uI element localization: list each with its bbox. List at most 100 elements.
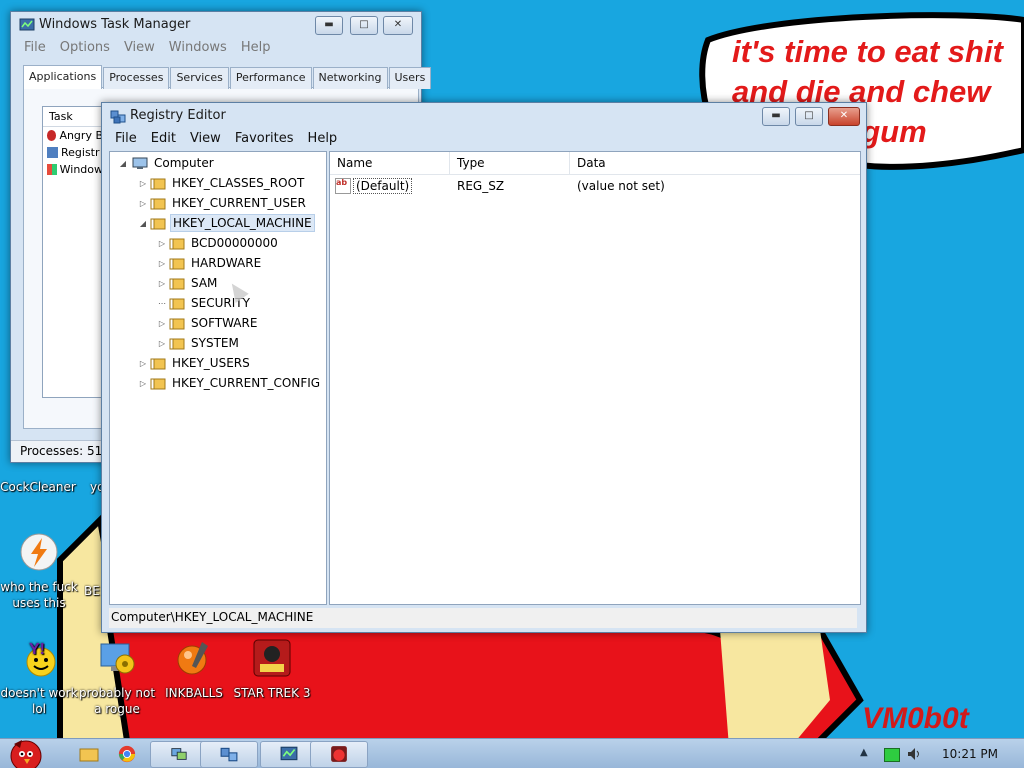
tree-node-key[interactable]: ▷ SOFTWARE	[157, 314, 259, 332]
close-button[interactable]: ✕	[828, 107, 860, 126]
svg-text:Y!: Y!	[29, 641, 45, 658]
registry-editor-window[interactable]: Registry Editor ▬ □ ✕ File Edit View Fav…	[101, 102, 867, 633]
expand-icon[interactable]: ▷	[138, 379, 148, 388]
task-row[interactable]: Angry B	[43, 127, 103, 144]
desktop-icon-yahoo[interactable]: Y! doesn't work lol	[0, 638, 79, 717]
system-settings-icon	[100, 643, 135, 674]
menu-windows[interactable]: Windows	[162, 38, 234, 58]
expand-icon[interactable]: ▷	[138, 199, 148, 208]
menu-file[interactable]: File	[108, 129, 144, 149]
value-row[interactable]: ab (Default) REG_SZ (value not set)	[330, 175, 860, 197]
values-column-headers: Name Type Data	[330, 152, 860, 175]
menu-favorites[interactable]: Favorites	[228, 129, 301, 149]
maximize-button[interactable]: □	[350, 16, 378, 35]
desktop-icon-probably-not-rogue[interactable]: probably not a rogue	[77, 638, 157, 717]
menu-file[interactable]: File	[17, 38, 53, 58]
tree-node-computer[interactable]: ◢ Computer	[118, 154, 216, 172]
tree-node-hive[interactable]: ▷ HKEY_CLASSES_ROOT	[138, 174, 306, 192]
expand-icon[interactable]: ▷	[138, 359, 148, 368]
start-button-angry-bird-icon[interactable]	[0, 733, 52, 768]
collapse-icon[interactable]: ◢	[118, 159, 128, 168]
tree-label: SYSTEM	[191, 336, 239, 350]
task-row[interactable]: Registr	[43, 144, 103, 161]
column-header-task[interactable]: Task	[43, 107, 103, 127]
value-data: (value not set)	[577, 179, 665, 193]
tab-processes[interactable]: Processes	[103, 67, 170, 89]
expand-icon[interactable]: ▷	[157, 239, 167, 248]
menu-help[interactable]: Help	[234, 38, 278, 58]
tree-label: HKEY_CLASSES_ROOT	[172, 176, 305, 190]
angry-birds-icon	[331, 746, 347, 762]
desktop-icon-inkballs[interactable]: INKBALLS	[154, 638, 234, 701]
maximize-button[interactable]: □	[795, 107, 823, 126]
minimize-button[interactable]: ▬	[315, 16, 343, 35]
desktop-icon-who-uses[interactable]: who the fuck uses this	[0, 532, 79, 611]
taskbar-chrome[interactable]	[98, 741, 156, 768]
registry-tree[interactable]: ◢ Computer ▷ HKEY_CLASSES_ROOT ▷ HKEY_CU…	[109, 151, 327, 605]
expand-icon[interactable]: ▷	[157, 339, 167, 348]
taskbar-registry-editor[interactable]	[200, 741, 258, 768]
tree-node-hive[interactable]: ▷ HKEY_CURRENT_USER	[138, 194, 308, 212]
menu-view[interactable]: View	[183, 129, 228, 149]
taskbar-angry-birds[interactable]	[310, 741, 368, 768]
current-key-path: Computer\HKEY_LOCAL_MACHINE	[111, 610, 314, 624]
registry-editor-icon	[110, 110, 126, 124]
tree-label: HKEY_LOCAL_MACHINE	[170, 214, 315, 232]
network-icon	[171, 748, 187, 760]
column-header-data[interactable]: Data	[570, 152, 858, 174]
star-wars-game-icon	[253, 639, 291, 677]
value-type: REG_SZ	[457, 179, 505, 193]
menu-view[interactable]: View	[117, 38, 162, 58]
angry-birds-icon	[47, 130, 57, 141]
registry-editor-title: Registry Editor	[130, 108, 226, 123]
expand-icon[interactable]: ▷	[138, 179, 148, 188]
tree-node-hive-selected[interactable]: ◢ HKEY_LOCAL_MACHINE	[138, 214, 315, 232]
registry-editor-titlebar[interactable]: Registry Editor ▬ □ ✕	[102, 103, 866, 129]
task-manager-titlebar[interactable]: Windows Task Manager ▬ □ ✕	[11, 12, 421, 38]
desktop-icon-label: who the fuck uses this	[0, 580, 78, 610]
expand-icon[interactable]: ▷	[157, 319, 167, 328]
windows-icon	[47, 164, 57, 175]
network-status-icon[interactable]	[884, 748, 900, 762]
expand-icon[interactable]: ▷	[157, 259, 167, 268]
tree-label: SAM	[191, 276, 218, 290]
menu-help[interactable]: Help	[301, 129, 345, 149]
column-header-name[interactable]: Name	[330, 152, 450, 174]
tree-node-hive[interactable]: ▷ HKEY_USERS	[138, 354, 252, 372]
tab-applications[interactable]: Applications	[23, 65, 103, 89]
tab-networking[interactable]: Networking	[312, 67, 388, 89]
task-manager-icon	[280, 746, 298, 761]
tree-node-key[interactable]: ▷ SYSTEM	[157, 334, 241, 352]
tab-performance[interactable]: Performance	[229, 67, 312, 89]
taskbar-clock[interactable]: 10:21 PM	[942, 747, 998, 761]
task-manager-icon	[19, 18, 35, 31]
registry-editor-icon	[220, 747, 238, 762]
registry-editor-menubar: File Edit View Favorites Help	[102, 129, 866, 149]
tree-node-hive[interactable]: ▷ HKEY_CURRENT_CONFIG	[138, 374, 322, 392]
tree-line: ⋯	[158, 298, 166, 308]
close-button[interactable]: ✕	[383, 16, 413, 35]
menu-options[interactable]: Options	[53, 38, 117, 58]
expand-icon[interactable]: ▷	[157, 279, 167, 288]
menu-edit[interactable]: Edit	[144, 129, 183, 149]
registry-statusbar: Computer\HKEY_LOCAL_MACHINE	[109, 608, 857, 628]
tab-users[interactable]: Users	[388, 67, 432, 89]
minimize-button[interactable]: ▬	[762, 107, 790, 126]
tree-node-key[interactable]: ▷ HARDWARE	[157, 254, 263, 272]
task-name: Registr	[61, 146, 100, 159]
process-count: Processes: 51	[20, 444, 103, 458]
show-hidden-icons-button[interactable]: ▲	[860, 747, 868, 758]
registry-values-list[interactable]: Name Type Data ab (Default) REG_SZ (valu…	[329, 151, 861, 605]
tree-node-key[interactable]: ▷ SAM	[157, 274, 219, 292]
task-list[interactable]: Task Angry B Registr Window	[42, 106, 104, 398]
column-header-type[interactable]: Type	[450, 152, 570, 174]
task-manager-menubar: File Options View Windows Help	[11, 38, 421, 58]
tab-services[interactable]: Services	[170, 67, 229, 89]
volume-icon[interactable]	[906, 746, 922, 762]
desktop-icon-yo[interactable]: yo	[64, 462, 104, 495]
collapse-icon[interactable]: ◢	[138, 219, 148, 228]
tree-node-key[interactable]: ▷ BCD00000000	[157, 234, 280, 252]
desktop-icon-star-trek[interactable]: STAR TREK 3	[232, 638, 312, 701]
task-row[interactable]: Window	[43, 161, 103, 178]
computer-icon	[132, 157, 148, 169]
